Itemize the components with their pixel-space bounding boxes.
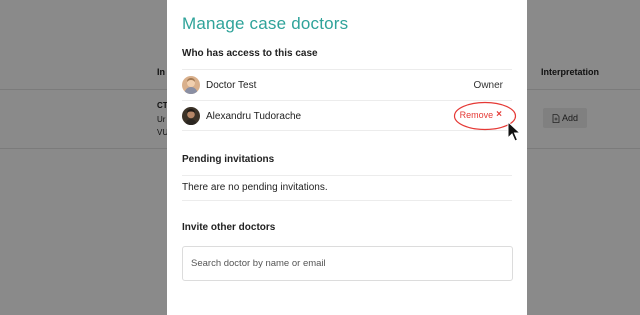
divider	[182, 175, 512, 176]
avatar	[182, 107, 200, 125]
empty-pending-message: There are no pending invitations.	[182, 182, 328, 193]
modal-title: Manage case doctors	[182, 14, 349, 33]
invite-section-heading: Invite other doctors	[182, 222, 276, 233]
doctor-name: Doctor Test	[206, 79, 257, 91]
search-doctor-input[interactable]	[182, 246, 513, 281]
avatar	[182, 76, 200, 94]
mouse-pointer-icon	[507, 121, 522, 142]
pending-section-heading: Pending invitations	[182, 154, 275, 165]
access-section-heading: Who has access to this case	[182, 48, 318, 59]
role-label: Owner	[473, 79, 503, 91]
manage-doctors-modal: Manage case doctors Who has access to th…	[167, 0, 527, 315]
divider	[182, 200, 512, 201]
doctor-name: Alexandru Tudorache	[206, 110, 302, 122]
doctor-row: Doctor Test Owner	[182, 70, 512, 100]
